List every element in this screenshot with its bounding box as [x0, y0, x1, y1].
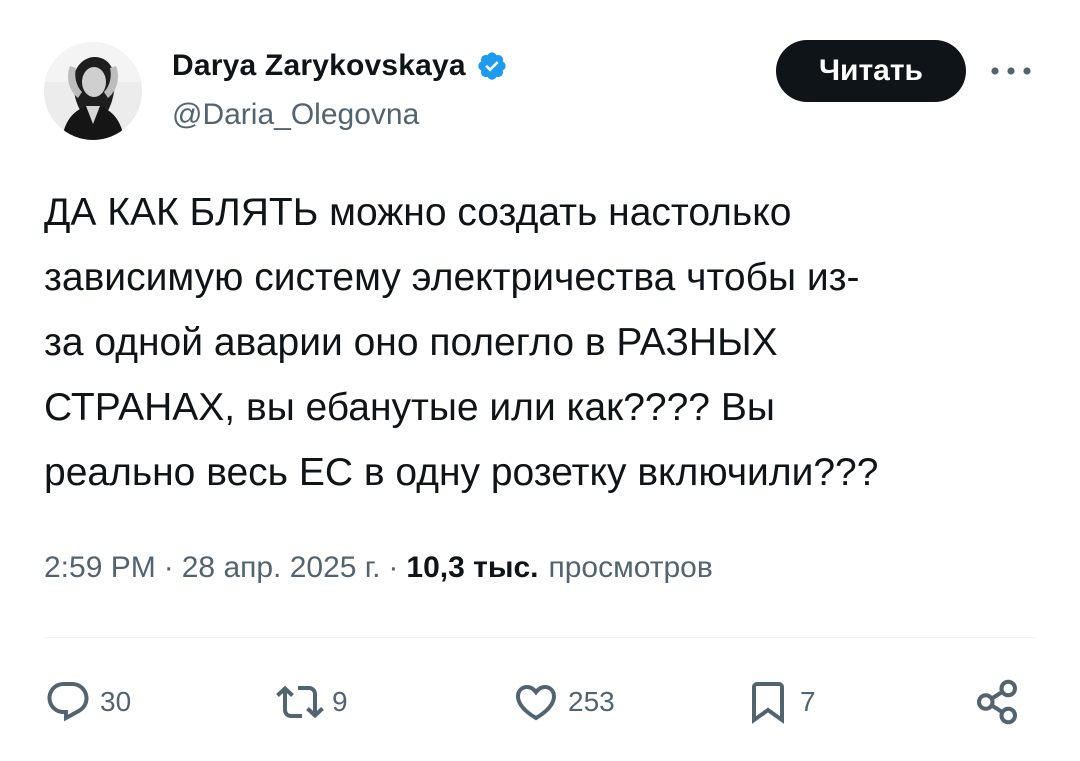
meta-separator: ·: [388, 551, 399, 584]
reply-icon: [44, 678, 92, 726]
tweet-text-line: ДА КАК БЛЯТЬ можно создать настолько: [44, 191, 792, 234]
reply-button[interactable]: 30: [44, 672, 131, 732]
avatar-photo: [44, 42, 142, 140]
action-bar: 30 9 253 7: [44, 672, 1034, 732]
meta-separator: ·: [163, 551, 174, 584]
share-button[interactable]: [970, 672, 1024, 732]
reply-count: 30: [100, 686, 132, 717]
verified-badge-icon[interactable]: [476, 50, 508, 82]
tweet-date[interactable]: 28 апр. 2025 г.: [182, 551, 381, 585]
more-horizontal-icon[interactable]: [988, 56, 1034, 86]
author-display-name[interactable]: Darya Zarykovskaya: [172, 49, 466, 83]
bookmark-count: 7: [800, 686, 816, 717]
views-count: 10,3 тыс.: [406, 551, 539, 584]
tweet-time[interactable]: 2:59 PM: [44, 551, 156, 585]
tweet-text-line: за одной аварии оно полегло в РАЗНЫХ: [44, 321, 778, 364]
share-icon: [970, 675, 1024, 729]
tweet-text-line: СТРАНАХ, вы ебанутые или как???? Вы: [44, 386, 775, 429]
like-button[interactable]: 253: [512, 672, 615, 732]
repost-button[interactable]: 9: [276, 672, 348, 732]
like-count: 253: [568, 686, 615, 717]
repost-count: 9: [332, 686, 348, 717]
divider: [44, 637, 1036, 638]
author-name-row: Darya Zarykovskaya: [172, 46, 508, 86]
author-handle[interactable]: @Daria_Olegovna: [172, 98, 419, 132]
bookmark-button[interactable]: 7: [744, 672, 816, 732]
views-label: просмотров: [548, 551, 713, 584]
repost-icon: [276, 678, 324, 726]
heart-icon: [512, 678, 560, 726]
tweet-text-line: реально весь ЕС в одну розетку включили?…: [44, 451, 879, 494]
bookmark-icon: [744, 678, 792, 726]
tweet-text-line: зависимую систему электричества чтобы из…: [44, 256, 860, 299]
tweet-text: ДА КАК БЛЯТЬ можно создать настолько зав…: [44, 180, 1034, 505]
follow-button[interactable]: Читать: [776, 40, 966, 102]
avatar[interactable]: [44, 42, 142, 140]
tweet-card: Darya Zarykovskaya @Daria_Olegovna Читат…: [0, 0, 1080, 761]
tweet-meta: 2:59 PM · 28 апр. 2025 г. · 10,3 тыс. пр…: [44, 546, 713, 590]
